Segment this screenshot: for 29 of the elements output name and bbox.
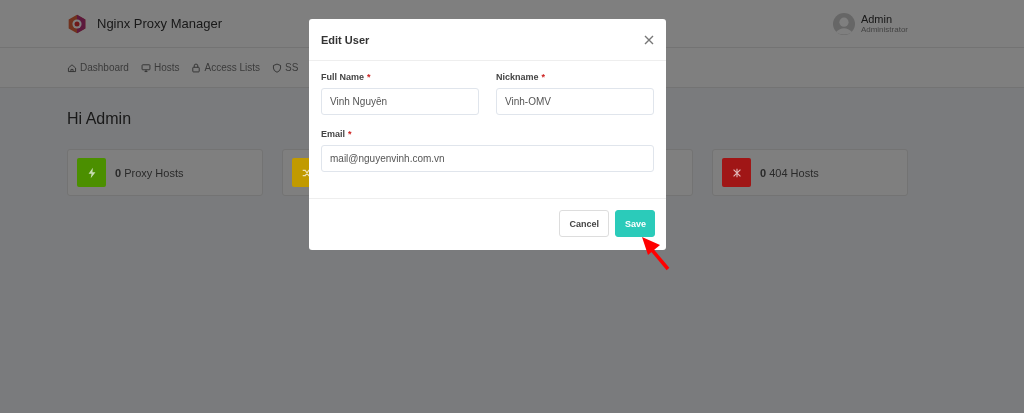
required-mark: * [367,72,371,82]
lock-icon [191,62,202,73]
page-heading: Hi Admin [67,110,133,128]
arrow-drawing [640,235,672,271]
nav-link[interactable]: Hosts [140,62,180,73]
nav-link[interactable]: Access Lists [191,62,261,73]
field-label: Full Name [321,72,364,82]
dialog-title: Edit User [321,33,370,46]
close-button[interactable] [644,34,654,45]
house-icon [67,62,77,73]
monitor-icon [140,62,151,73]
stat-text: 0 Proxy Hosts [115,166,184,179]
cancel-button[interactable]: Cancel [559,210,609,237]
field-label: Nickname [496,72,539,82]
avatar-icon [832,12,855,35]
input-field[interactable]: Vinh-OMV [496,88,654,115]
nav-link[interactable]: SS [272,62,299,73]
logo-icon [67,13,87,34]
close-icon [644,34,654,45]
user-name: Admin [860,13,894,25]
field-label: Email [321,129,345,139]
app-title: Nginx Proxy Manager [97,16,222,31]
shield-icon [272,62,283,73]
input-field[interactable]: Vinh Nguyễn [321,88,479,115]
input-field[interactable]: mail@nguyenvinh.com.vn [321,145,654,172]
stat-text: 0 404 Hosts [760,166,819,179]
required-mark: * [541,72,546,82]
nav-link[interactable]: Dashboard [67,62,129,73]
required-mark: * [348,129,352,139]
